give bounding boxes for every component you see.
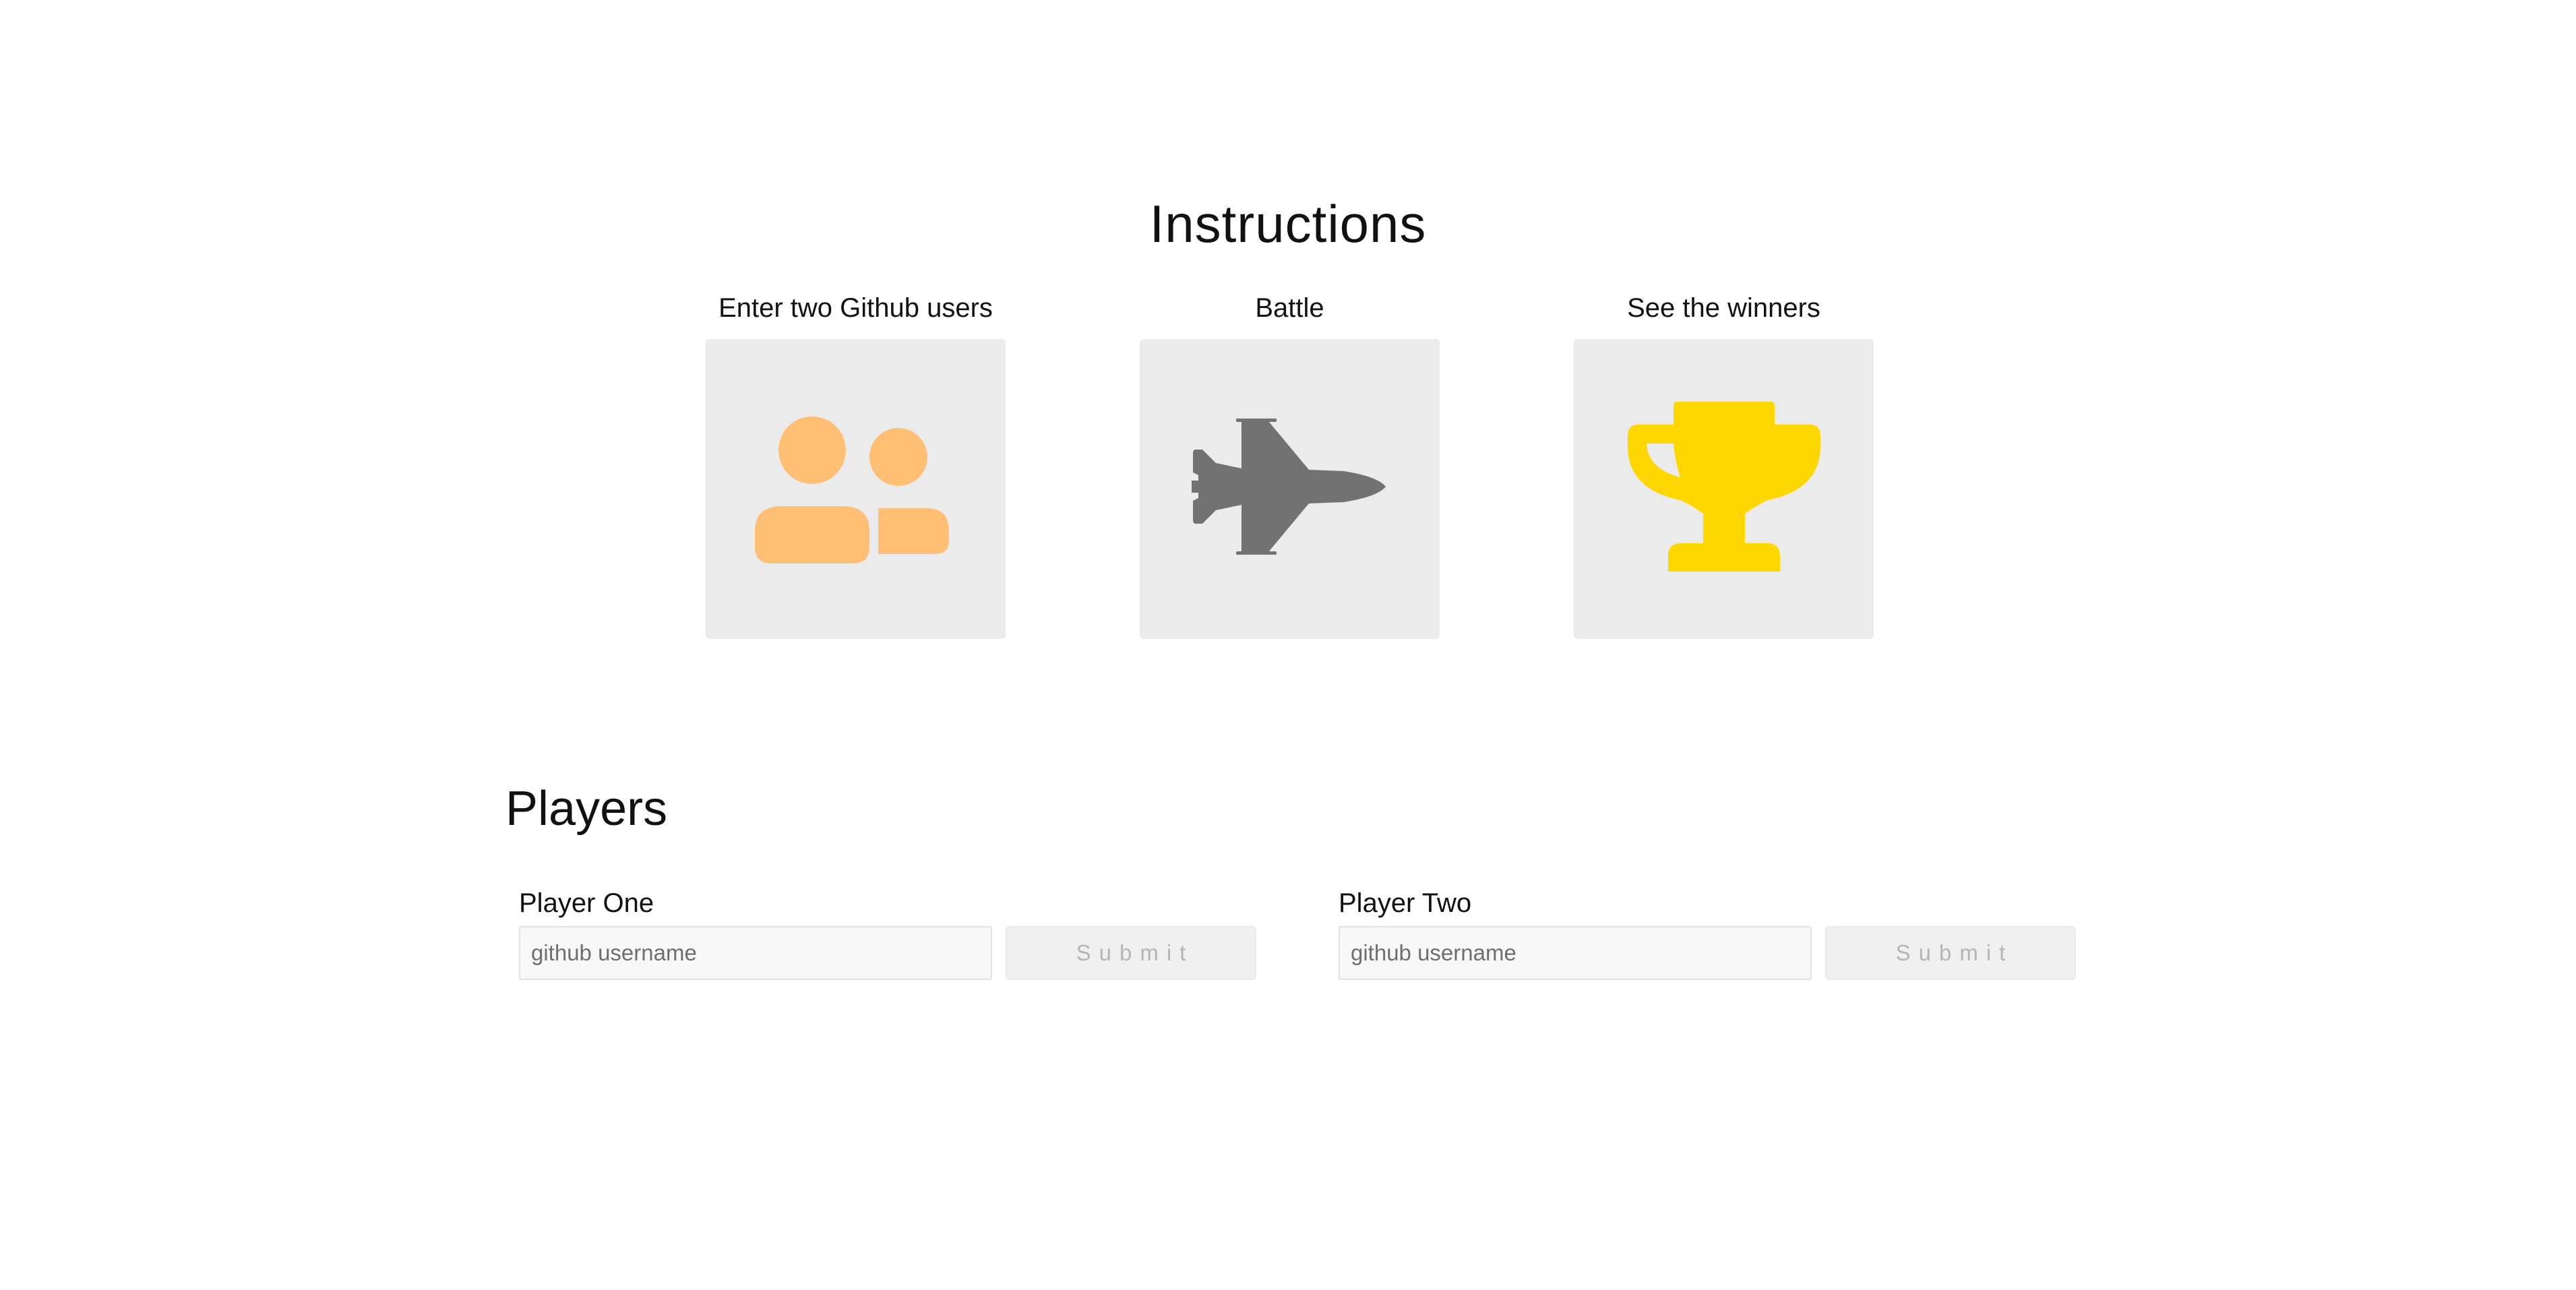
step-card-battle	[1140, 339, 1440, 639]
player-one-submit-button[interactable]: Submit	[1006, 926, 1256, 980]
player-two-form: Player Two Submit	[1325, 883, 2076, 991]
step-card-see-winners	[1574, 339, 1874, 639]
player-two-username-input[interactable]	[1339, 926, 1812, 980]
fighter-jet-icon	[1191, 418, 1386, 555]
players-title: Players	[505, 782, 668, 836]
player-two-label: Player Two	[1339, 888, 1472, 918]
player-one-username-input[interactable]	[519, 926, 992, 980]
instructions-steps: Enter two Github users Battle See the wi…	[706, 290, 1874, 640]
step-battle: Battle	[1140, 290, 1440, 639]
step-card-enter-users	[706, 339, 1006, 639]
player-one-form: Player One Submit	[505, 883, 1256, 991]
step-see-winners: See the winners	[1574, 290, 1874, 639]
step-label-battle: Battle	[1255, 293, 1324, 323]
step-label-see-winners: See the winners	[1627, 293, 1820, 323]
instructions-title: Instructions	[1149, 194, 1427, 253]
users-icon	[754, 416, 949, 567]
player-two-submit-button[interactable]: Submit	[1825, 926, 2076, 980]
battle-page: Instructions Enter two Github users Batt…	[0, 0, 2576, 1290]
player-one-label: Player One	[519, 888, 654, 918]
step-label-enter-users: Enter two Github users	[718, 293, 993, 323]
trophy-icon	[1627, 401, 1820, 572]
step-enter-users: Enter two Github users	[706, 290, 1006, 639]
